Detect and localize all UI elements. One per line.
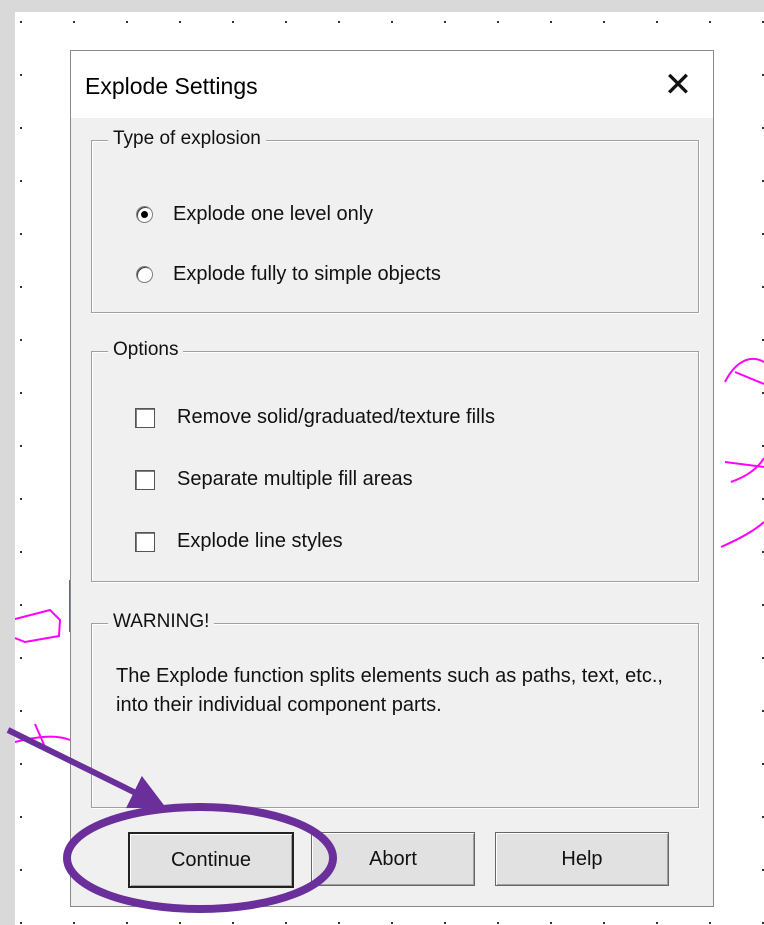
- explosion-type-legend: Type of explosion: [108, 128, 266, 150]
- close-icon: ✕: [663, 65, 693, 104]
- radio-button[interactable]: [136, 266, 153, 283]
- checkbox[interactable]: [135, 407, 155, 428]
- magenta-shape-right-1: [724, 357, 764, 385]
- checkbox-separate-fill-areas[interactable]: Separate multiple fill areas: [135, 468, 413, 491]
- warning-legend: WARNING!: [108, 611, 215, 633]
- radio-explode-fully[interactable]: Explode fully to simple objects: [136, 263, 441, 286]
- checkbox-remove-fills[interactable]: Remove solid/graduated/texture fills: [135, 406, 495, 429]
- title-bar[interactable]: Explode Settings ✕: [71, 51, 713, 118]
- warning-text: The Explode function splits elements suc…: [116, 665, 663, 716]
- magenta-shape-right-2: [724, 457, 764, 483]
- abort-button[interactable]: Abort: [311, 832, 475, 886]
- checkbox[interactable]: [135, 469, 155, 490]
- warning-group: WARNING! The Explode function splits ele…: [91, 611, 699, 808]
- close-button[interactable]: ✕: [643, 51, 713, 118]
- continue-button[interactable]: Continue: [128, 832, 294, 888]
- magenta-shape-right-3: [720, 521, 764, 548]
- checkbox-explode-line-styles[interactable]: Explode line styles: [135, 530, 343, 553]
- checkbox[interactable]: [135, 531, 155, 552]
- help-button[interactable]: Help: [495, 832, 669, 886]
- magenta-shape-left-3: [15, 723, 71, 758]
- options-group: Options Remove solid/graduated/texture f…: [91, 339, 699, 582]
- dialog-title: Explode Settings: [85, 73, 258, 99]
- checkbox-label: Explode line styles: [177, 530, 343, 552]
- radio-label: Explode fully to simple objects: [173, 263, 441, 285]
- radio-button-selected[interactable]: [136, 206, 153, 223]
- explode-settings-dialog: Explode Settings ✕ Type of explosion Exp…: [70, 50, 714, 907]
- radio-label: Explode one level only: [173, 203, 374, 225]
- checkbox-label: Remove solid/graduated/texture fills: [177, 406, 495, 428]
- radio-explode-one-level[interactable]: Explode one level only: [136, 203, 373, 226]
- magenta-shape-left-1: [15, 608, 62, 644]
- checkbox-label: Separate multiple fill areas: [177, 468, 413, 490]
- explosion-type-group: Type of explosion Explode one level only…: [91, 128, 699, 313]
- options-legend: Options: [108, 339, 184, 361]
